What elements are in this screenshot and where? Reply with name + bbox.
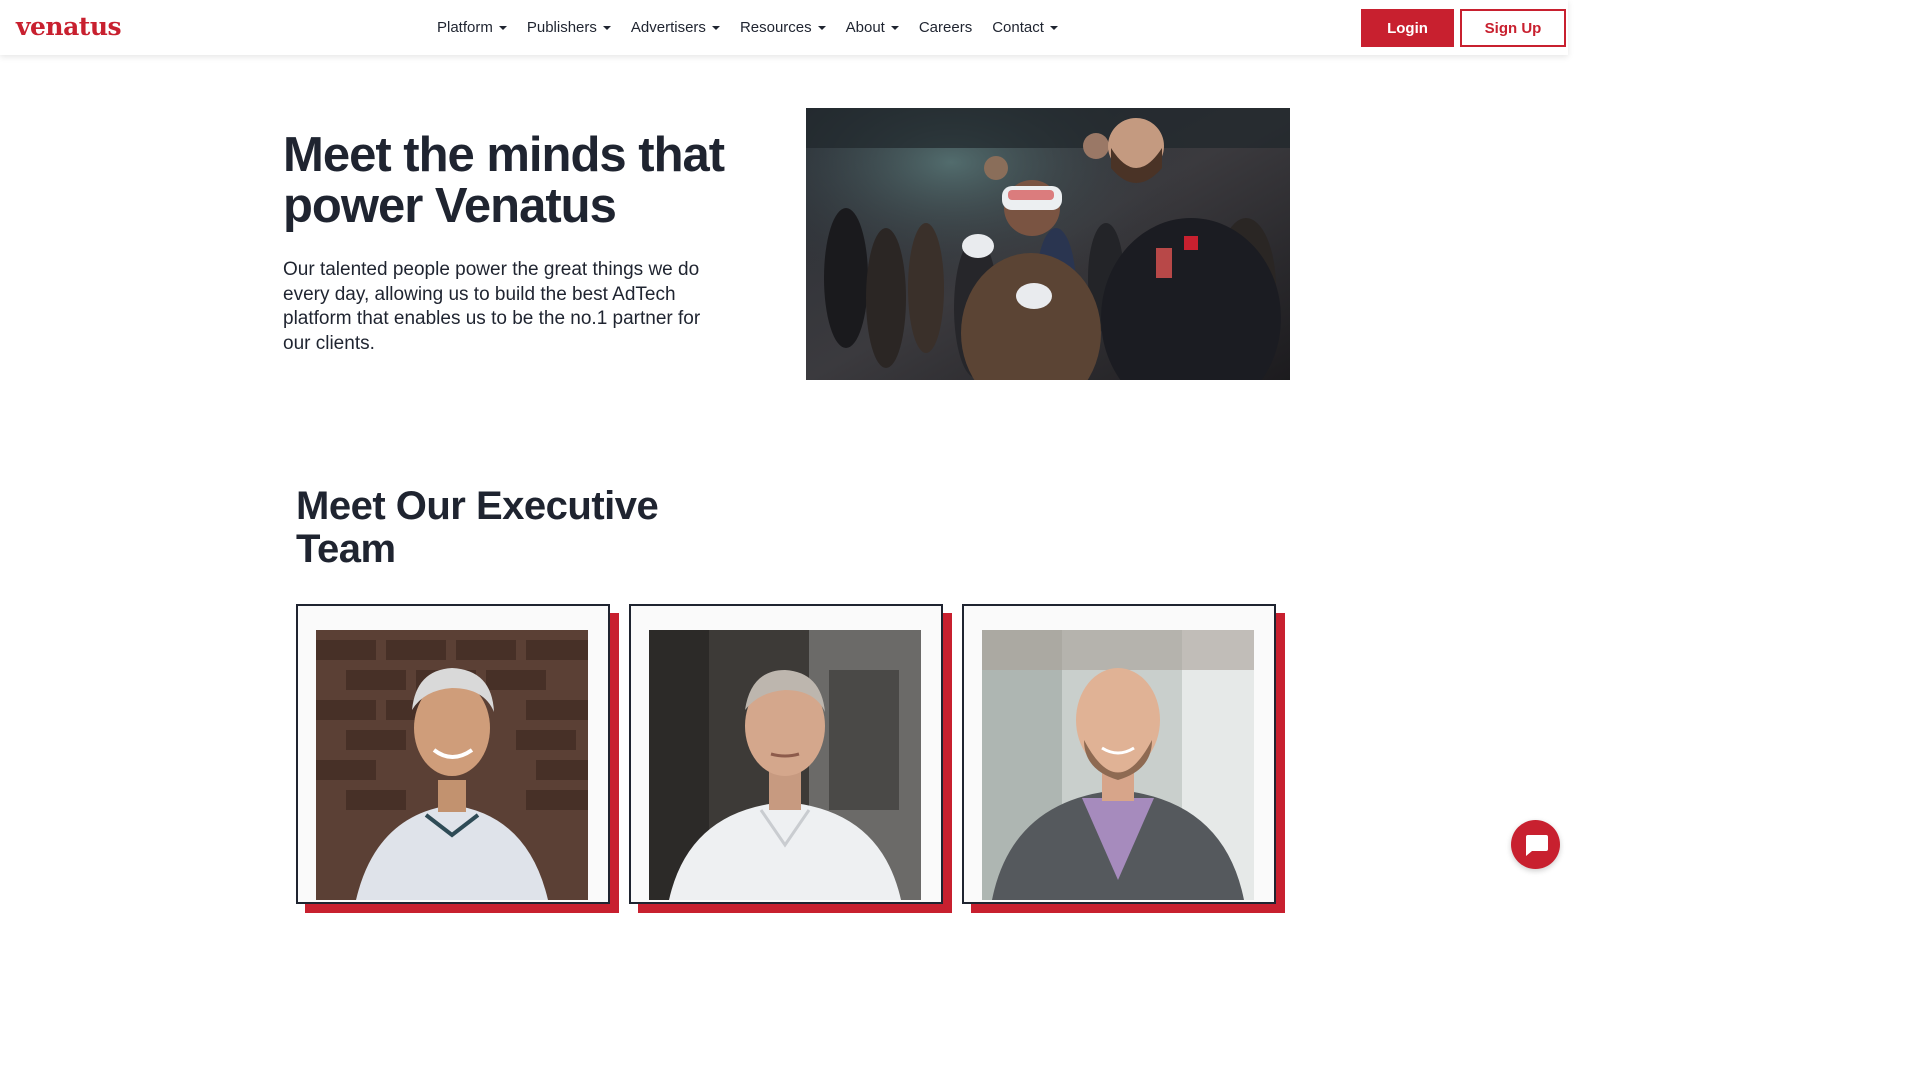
- nav-item-platform[interactable]: Platform: [437, 19, 507, 36]
- nav-item-about[interactable]: About: [846, 19, 899, 36]
- caret-down-icon: [498, 26, 507, 30]
- site-header: venatus Platform Publishers Advertisers …: [0, 0, 1568, 55]
- chat-button[interactable]: [1511, 820, 1560, 869]
- caret-down-icon: [817, 26, 826, 30]
- executive-card[interactable]: [629, 604, 952, 913]
- portrait-illustration: [649, 630, 921, 900]
- executive-portrait-1: [316, 630, 588, 900]
- nav-item-contact[interactable]: Contact: [992, 19, 1058, 36]
- hero-description: Our talented people power the great thin…: [283, 259, 701, 354]
- nav-item-resources[interactable]: Resources: [740, 19, 826, 36]
- nav-item-label: Contact: [992, 19, 1044, 36]
- caret-down-icon: [711, 26, 720, 30]
- nav-item-label: Publishers: [526, 19, 597, 36]
- main-nav: Platform Publishers Advertisers Resource…: [437, 0, 1078, 55]
- nav-item-publishers[interactable]: Publishers: [527, 19, 611, 36]
- caret-down-icon: [602, 26, 611, 30]
- nav-item-careers[interactable]: Careers: [919, 19, 972, 36]
- nav-item-label: Resources: [739, 19, 812, 36]
- nav-item-label: Advertisers: [630, 19, 706, 36]
- executive-card[interactable]: [962, 604, 1285, 913]
- chat-bubble-icon: [1525, 834, 1548, 856]
- login-button[interactable]: Login: [1361, 9, 1454, 47]
- caret-down-icon: [1049, 26, 1058, 30]
- executive-portrait-3: [982, 630, 1254, 900]
- team-event-photo: [806, 108, 1290, 380]
- nav-item-label: About: [845, 19, 885, 36]
- caret-down-icon: [890, 26, 899, 30]
- nav-item-label: Platform: [437, 19, 493, 36]
- nav-item-advertisers[interactable]: Advertisers: [631, 19, 720, 36]
- hero-title: Meet the minds that power Venatus: [283, 128, 725, 233]
- executive-portrait-2: [649, 630, 921, 900]
- portrait-illustration: [316, 630, 588, 900]
- venatus-logo[interactable]: venatus: [16, 12, 122, 41]
- team-event-photo-illustration: [806, 108, 1290, 380]
- executive-card[interactable]: [296, 604, 619, 913]
- signup-button[interactable]: Sign Up: [1460, 9, 1566, 47]
- team-section-title: Meet Our Executive Team: [296, 484, 659, 571]
- portrait-illustration: [982, 630, 1254, 900]
- nav-item-label: Careers: [918, 19, 973, 36]
